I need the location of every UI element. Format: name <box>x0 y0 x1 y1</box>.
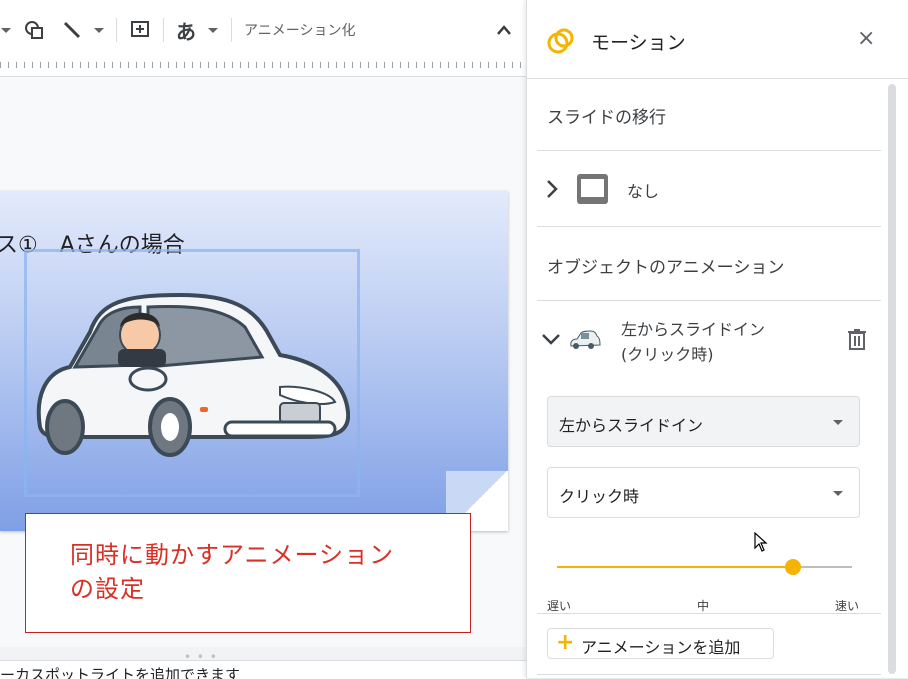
add-animation-label: アニメーションを追加 <box>581 638 741 657</box>
divider <box>537 150 881 151</box>
slide-transition-row[interactable]: なし <box>537 160 881 218</box>
animation-item-title: 左からスライドイン <box>621 320 766 339</box>
plus-icon: + <box>556 630 575 655</box>
animation-item-subtitle: (クリック時) <box>621 345 714 364</box>
horizontal-ruler[interactable] <box>0 56 526 77</box>
panel-scrollbar[interactable] <box>888 84 896 674</box>
callout-line: の設定 <box>70 575 145 603</box>
panel-header: モーション × <box>527 0 908 79</box>
collapse-toolbar-button[interactable] <box>490 14 518 46</box>
callout-text: 同時に動かすアニメーション の設定 <box>70 538 394 606</box>
callout-box[interactable]: 同時に動かすアニメーション の設定 <box>25 513 471 633</box>
motion-panel: モーション × スライドの移行 なし オブジェクトのアニメーション 左からスライ… <box>526 0 908 678</box>
toolbar-dropdown-button[interactable] <box>0 14 12 46</box>
trash-icon[interactable] <box>847 328 867 350</box>
object-animation-heading: オブジェクトのアニメーション <box>547 258 785 278</box>
line-icon <box>63 21 81 39</box>
effect-select[interactable]: 左からスライドイン <box>547 396 860 447</box>
selected-object-frame[interactable] <box>24 249 360 497</box>
animate-button[interactable]: アニメーション化 <box>244 20 355 40</box>
effect-select-value: 左からスライドイン <box>559 416 704 435</box>
chevron-down-icon <box>94 27 104 33</box>
line-dropdown-button[interactable] <box>92 14 106 46</box>
trigger-select-value: クリック時 <box>559 487 640 506</box>
speaker-notes-text: ーカスポットライトを追加できます <box>0 666 241 679</box>
close-icon[interactable]: × <box>857 28 875 50</box>
toolbar-divider <box>231 18 232 42</box>
panel-title: モーション <box>591 32 686 54</box>
slide[interactable]: ス① Aさんの場合 <box>0 191 508 531</box>
shape-button[interactable] <box>20 14 48 46</box>
divider <box>537 674 881 675</box>
chevron-right-icon <box>547 180 558 198</box>
speed-slider-fill <box>557 566 793 568</box>
chevron-down-icon <box>833 420 843 425</box>
text-style-dropdown-button[interactable] <box>206 14 220 46</box>
toolbar-divider <box>163 18 164 42</box>
line-button[interactable] <box>58 14 86 46</box>
editor-toolbar: あ アニメーション化 <box>0 0 526 57</box>
divider <box>537 300 881 301</box>
mouse-pointer-icon <box>754 532 768 552</box>
speed-tick-fast: 速い <box>835 599 860 613</box>
speed-tick-slow: 遅い <box>547 599 572 613</box>
add-animation-button[interactable]: + アニメーションを追加 <box>547 628 774 659</box>
speed-tick-medium: 中 <box>697 599 710 613</box>
speed-slider-track[interactable] <box>557 566 852 568</box>
divider <box>537 613 881 614</box>
motion-icon <box>547 28 574 54</box>
divider <box>537 226 881 227</box>
chevron-down-icon <box>833 491 843 496</box>
collapse-up-icon <box>497 25 511 35</box>
speed-slider-thumb[interactable] <box>785 559 801 575</box>
chevron-down-icon <box>542 334 560 345</box>
slide-thumbnail-icon <box>577 174 608 204</box>
trigger-select[interactable]: クリック時 <box>547 467 860 518</box>
slide-transition-heading: スライドの移行 <box>547 108 666 128</box>
add-comment-icon <box>131 21 149 37</box>
text-style-button[interactable]: あ <box>172 14 200 46</box>
callout-line: 同時に動かすアニメーション <box>70 541 395 569</box>
add-comment-button[interactable] <box>126 14 154 46</box>
chevron-down-icon <box>208 27 218 33</box>
toolbar-divider <box>116 18 117 42</box>
transition-value: なし <box>627 182 660 201</box>
chevron-down-icon <box>1 27 11 33</box>
animation-list-item[interactable]: 左からスライドイン (クリック時) <box>537 308 881 370</box>
car-thumbnail-icon <box>570 330 601 349</box>
shape-icon <box>25 21 43 39</box>
speaker-notes[interactable]: ーカスポットライトを追加できます <box>0 660 526 679</box>
